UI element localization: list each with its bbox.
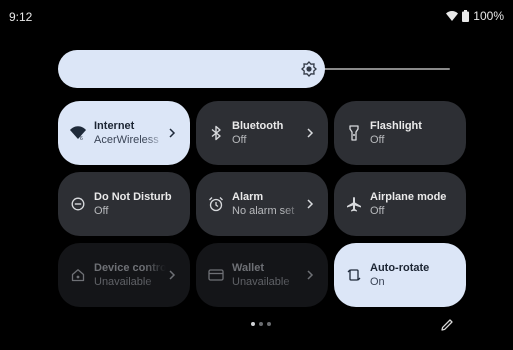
tile-flashlight[interactable]: Flashlight Off <box>334 101 466 165</box>
tile-do-not-disturb[interactable]: Do Not Disturb Off <box>58 172 190 236</box>
brightness-slider[interactable] <box>58 50 450 88</box>
flashlight-icon <box>346 125 362 141</box>
tile-subtitle: Off <box>94 205 109 217</box>
page-dot <box>267 322 271 326</box>
tile-title: Bluetooth <box>232 120 284 132</box>
battery-percent: 100% <box>473 9 504 23</box>
tile-subtitle: Off <box>370 134 385 146</box>
page-indicator <box>251 322 271 326</box>
brightness-icon <box>300 61 317 77</box>
tile-airplane-mode[interactable]: Airplane mode Off <box>334 172 466 236</box>
brightness-track <box>308 68 450 70</box>
tile-title: Device controls <box>94 262 166 274</box>
status-bar: 9:12 100% <box>0 0 513 34</box>
chevron-right-icon <box>168 268 176 282</box>
tile-title: Alarm <box>232 191 264 203</box>
do-not-disturb-icon <box>70 196 86 212</box>
tile-wallet: Wallet Unavailable <box>196 243 328 307</box>
chevron-right-icon <box>306 268 314 282</box>
wallet-icon <box>208 267 224 283</box>
tile-title: Do Not Disturb <box>94 191 172 203</box>
home-icon <box>70 267 86 283</box>
tile-title: Airplane mode <box>370 191 447 203</box>
tile-subtitle: Unavailable <box>94 276 152 288</box>
chevron-right-icon[interactable] <box>306 197 314 211</box>
page-dot <box>259 322 263 326</box>
wifi-icon: 6 <box>70 125 86 141</box>
edit-icon[interactable] <box>440 318 454 332</box>
wifi-signal-icon <box>446 11 459 21</box>
tile-auto-rotate[interactable]: Auto-rotate On <box>334 243 466 307</box>
tile-device-controls: Device controls Unavailable <box>58 243 190 307</box>
auto-rotate-icon <box>346 267 362 283</box>
battery-icon <box>462 10 470 22</box>
tile-subtitle: Off <box>232 134 247 146</box>
tile-subtitle: Off <box>370 205 385 217</box>
airplane-icon <box>346 196 362 212</box>
status-indicators: 100% <box>446 9 504 23</box>
tile-title: Internet <box>94 120 135 132</box>
bluetooth-icon <box>208 125 224 141</box>
status-time: 9:12 <box>9 10 33 24</box>
tile-title: Flashlight <box>370 120 422 132</box>
brightness-fill[interactable] <box>58 50 325 88</box>
page-dot <box>251 322 255 326</box>
tile-title: Auto-rotate <box>370 262 430 274</box>
tile-bluetooth[interactable]: Bluetooth Off <box>196 101 328 165</box>
chevron-right-icon[interactable] <box>306 126 314 140</box>
tile-title: Wallet <box>232 262 264 274</box>
tile-subtitle: AcerWireless <box>94 134 159 146</box>
tile-subtitle: On <box>370 276 385 288</box>
tile-subtitle: Unavailable <box>232 276 290 288</box>
svg-text:6: 6 <box>80 136 83 140</box>
alarm-icon <box>208 196 224 212</box>
tile-subtitle: No alarm set <box>232 205 295 217</box>
tile-alarm[interactable]: Alarm No alarm set <box>196 172 328 236</box>
chevron-right-icon[interactable] <box>168 126 176 140</box>
tile-internet[interactable]: 6 Internet AcerWireless <box>58 101 190 165</box>
